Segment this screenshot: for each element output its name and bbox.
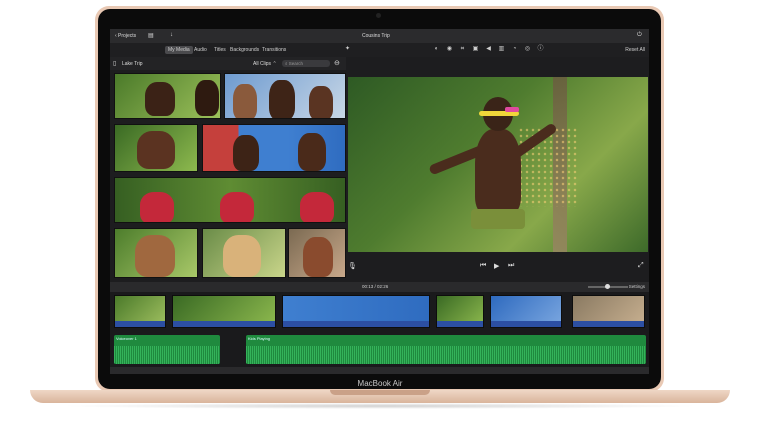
media-clip[interactable] (288, 228, 346, 278)
magic-wand-icon[interactable]: ✦ (344, 46, 351, 53)
search-input[interactable]: ⌕ Search (282, 60, 330, 67)
info-icon[interactable]: ⓘ (537, 46, 544, 53)
sidebar-toggle-icon[interactable]: ▯ (113, 60, 116, 67)
tab-titles[interactable]: Titles (214, 47, 226, 53)
media-clip[interactable] (114, 228, 198, 278)
skip-forward-icon[interactable]: ⏭ (508, 262, 514, 270)
timeline-clip[interactable] (436, 295, 484, 328)
audio-clip-label: Voiceover 1 (116, 336, 137, 341)
microphone-icon[interactable]: 🎙︎ (348, 262, 357, 270)
clip-filter-dropdown[interactable]: All Clips ⌃ (253, 61, 277, 67)
timeline-clip[interactable] (282, 295, 430, 328)
media-grid (114, 71, 346, 281)
browser-tabs-bar: My Media Audio Titles Backgrounds Transi… (110, 43, 649, 57)
tab-transitions[interactable]: Transitions (262, 47, 286, 53)
imovie-window: ‹ Projects ▤ ↓ Cousins Trip ⏻ My Media A… (110, 29, 649, 374)
settings-button[interactable]: Settings (629, 284, 645, 289)
media-library-icon[interactable]: ▤ (148, 32, 154, 39)
audio-clip-voiceover[interactable]: Voiceover 1 (114, 335, 220, 364)
library-name: Lake Trip (122, 61, 143, 67)
skip-back-icon[interactable]: ⏮ (480, 262, 486, 270)
timeline-clip[interactable] (490, 295, 562, 328)
media-clip[interactable] (114, 124, 198, 172)
playback-controls: 🎙︎ ⏮ ▶ ⏭ ⤢ (348, 262, 648, 274)
tab-my-media[interactable]: My Media (165, 46, 193, 54)
media-clip[interactable] (114, 73, 221, 119)
library-bar: ▯ Lake Trip All Clips ⌃ ⌕ Search ⊖ (110, 57, 346, 70)
tab-audio[interactable]: Audio (194, 47, 207, 53)
crop-icon[interactable]: ⌗ (459, 46, 466, 53)
timeline-clip[interactable] (172, 295, 276, 328)
noise-reduction-icon[interactable]: ▥ (498, 46, 505, 53)
share-icon[interactable]: ⏻ (637, 32, 642, 39)
stabilization-icon[interactable]: ▣ (472, 46, 479, 53)
clip-size-icon[interactable]: ⊖ (334, 59, 340, 67)
volume-icon[interactable]: ◀ (485, 46, 492, 53)
media-clip[interactable] (224, 73, 346, 119)
timeline-clip[interactable] (114, 295, 166, 328)
audio-clip-label: Kids Playing (248, 336, 271, 341)
search-placeholder: Search (288, 61, 304, 66)
timeline-scrollbar[interactable] (110, 367, 649, 374)
project-title: Cousins Trip (362, 33, 390, 39)
lid-notch (330, 390, 430, 395)
video-viewer[interactable] (348, 77, 648, 252)
dancing-child (428, 97, 578, 247)
fullscreen-icon[interactable]: ⤢ (638, 262, 644, 270)
import-icon[interactable]: ↓ (170, 32, 173, 38)
zoom-slider-knob[interactable] (605, 284, 610, 289)
timeline-clip[interactable] (572, 295, 645, 328)
timecode-bar: 00:13 / 02:26 (110, 282, 649, 292)
media-clip[interactable] (202, 124, 346, 172)
media-clip[interactable] (202, 228, 286, 278)
timecode-readout: 00:13 / 02:26 (362, 284, 389, 289)
camera-icon (376, 13, 381, 18)
color-correction-icon[interactable]: ◉ (446, 46, 453, 53)
filter-icon[interactable]: ◎ (524, 46, 531, 53)
projects-button[interactable]: ‹ Projects (115, 33, 136, 39)
reset-all-button[interactable]: Reset All (625, 47, 645, 53)
media-clip[interactable] (114, 177, 346, 223)
color-balance-icon[interactable]: ◐ (433, 46, 440, 53)
play-icon[interactable]: ▶ (494, 262, 499, 270)
audio-clip-kids-playing[interactable]: Kids Playing (246, 335, 646, 364)
tab-backgrounds[interactable]: Backgrounds (230, 47, 259, 53)
speed-icon[interactable]: ◔ (511, 46, 518, 53)
device-brand-label: MacBook Air (357, 379, 403, 388)
top-toolbar: ‹ Projects ▤ ↓ Cousins Trip ⏻ (110, 29, 649, 43)
laptop-shadow (60, 403, 700, 409)
timeline: Voiceover 1 Kids Playing (110, 292, 649, 374)
